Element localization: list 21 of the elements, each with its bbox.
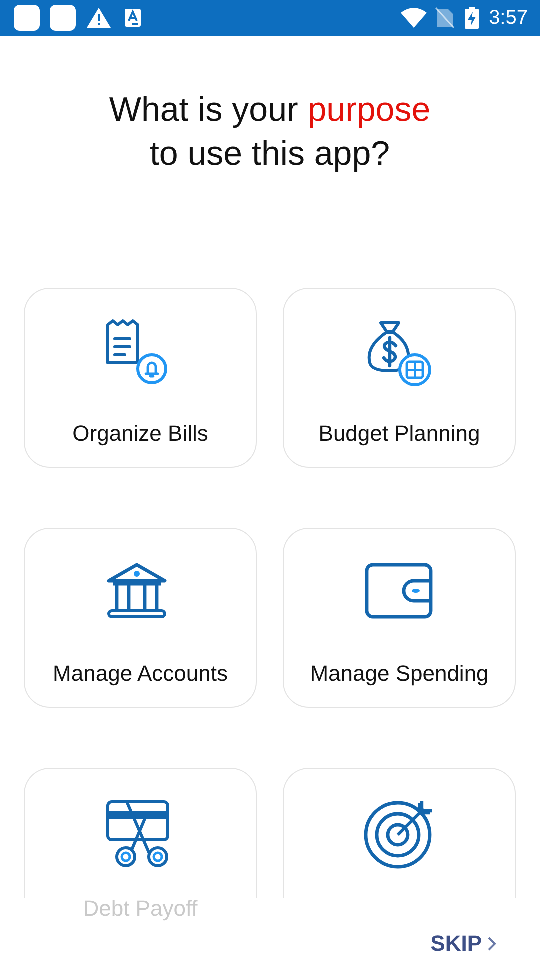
page-heading: What is your purpose to use this app?	[108, 90, 432, 175]
option-card[interactable]: Organize Bills	[24, 288, 257, 468]
option-label: Budget Planning	[318, 421, 480, 447]
skip-button[interactable]: SKIP	[426, 927, 500, 960]
notification-icon	[50, 5, 76, 31]
no-sim-icon	[435, 7, 456, 29]
option-label: Manage Accounts	[53, 661, 228, 687]
chevron-icon	[488, 937, 496, 951]
option-card[interactable]: Manage Spending	[283, 528, 516, 708]
option-label: Organize Bills	[72, 421, 208, 447]
battery-charging-icon	[465, 7, 480, 29]
clock-time: 3:57	[489, 6, 528, 30]
option-card[interactable]	[283, 768, 516, 898]
option-card[interactable]: Manage Accounts	[24, 528, 257, 708]
option-label: Manage Spending	[310, 661, 489, 687]
wifi-icon	[401, 8, 428, 28]
warning-icon	[86, 7, 112, 29]
option-card[interactable]: Budget Planning	[283, 288, 516, 468]
notification-icon	[14, 5, 40, 31]
option-card[interactable]	[24, 768, 257, 898]
keyboard-icon	[124, 8, 142, 28]
